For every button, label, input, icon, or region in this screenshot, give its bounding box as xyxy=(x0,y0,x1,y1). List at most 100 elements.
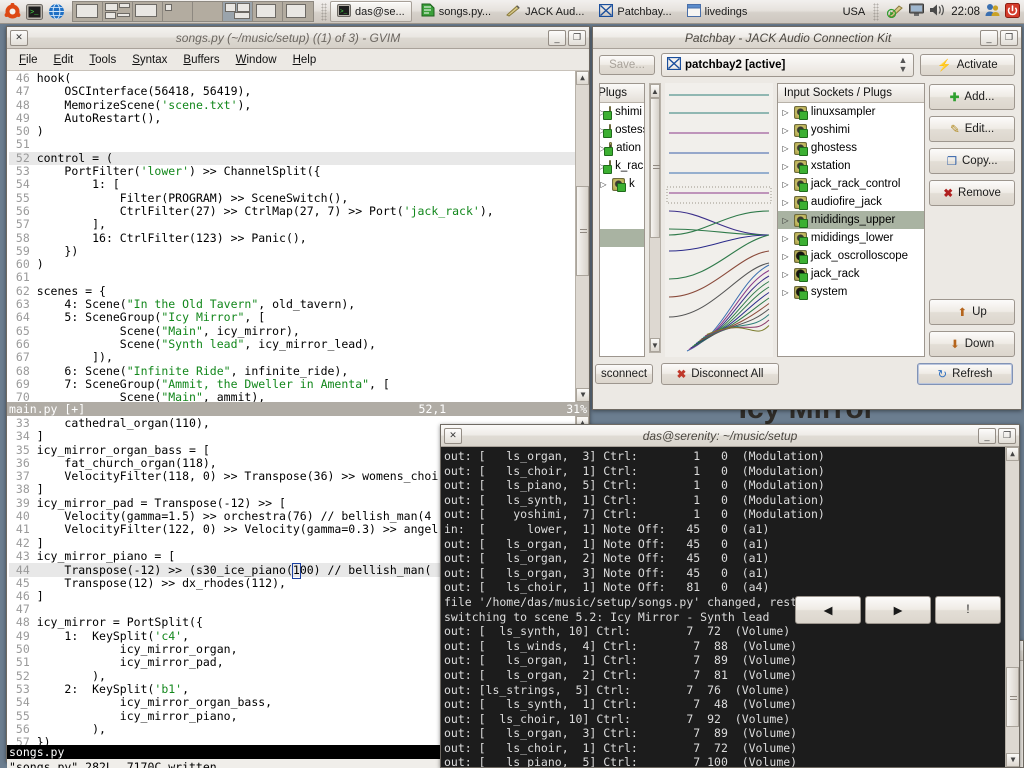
input-socket-item[interactable]: ▷ ghostess xyxy=(778,139,924,157)
gvim-editor-pane-1[interactable]: 46 hook( 47 OSCInterface(56418, 56419), … xyxy=(7,71,589,402)
output-socket-item[interactable]: ▷ k xyxy=(600,175,644,193)
chevron-right-icon[interactable]: ▷ xyxy=(781,288,790,297)
task-button-jack[interactable]: JACK Aud... xyxy=(500,1,590,22)
menu-file[interactable]: File xyxy=(19,54,38,66)
chevron-right-icon[interactable]: ▷ xyxy=(600,180,608,189)
output-sockets-list[interactable]: Output Sockets / Plugs ▷shimi▷ostess▷ati… xyxy=(599,83,645,357)
chevron-right-icon[interactable]: ▷ xyxy=(781,126,790,135)
patchbay-disconnect-all-button[interactable]: ✖ Disconnect All xyxy=(661,363,779,385)
patchbay-disconnect-button[interactable]: sconnect xyxy=(595,364,653,384)
terminal-icon[interactable]: >_ xyxy=(24,2,44,22)
chevron-right-icon[interactable]: ▷ xyxy=(781,144,790,153)
ubuntu-logo-icon[interactable] xyxy=(2,2,22,22)
keyboard-layout-indicator[interactable]: USA xyxy=(843,6,866,18)
scroll-up-icon[interactable]: ▲ xyxy=(650,84,660,98)
task-button-patchbay[interactable]: Patchbay... xyxy=(593,1,677,22)
terminal-titlebar[interactable]: ✕ das@serenity: ~/music/setup _ ❐ xyxy=(441,425,1019,447)
scrollbar-thumb[interactable] xyxy=(1006,667,1019,727)
volume-icon[interactable] xyxy=(929,3,946,20)
scrollbar-thumb[interactable] xyxy=(650,98,660,238)
chevron-right-icon[interactable]: ▷ xyxy=(781,162,790,171)
minimize-icon[interactable]: _ xyxy=(548,29,566,46)
gvim-titlebar[interactable]: ✕ songs.py (~/music/setup) ((1) of 3) - … xyxy=(7,27,589,49)
chevron-right-icon[interactable]: ▷ xyxy=(781,108,790,117)
gvim-scrollbar-1[interactable]: ▲ ▼ xyxy=(575,71,589,402)
workspace-4[interactable] xyxy=(163,2,193,21)
minimize-icon[interactable]: _ xyxy=(978,427,996,444)
menu-tools[interactable]: Tools xyxy=(89,54,116,66)
shutdown-icon[interactable] xyxy=(1005,2,1020,21)
patchbay-save-button[interactable]: Save... xyxy=(599,55,655,75)
workspace-3[interactable] xyxy=(133,2,163,21)
task-button-gvim[interactable]: songs.py... xyxy=(415,1,497,22)
web-browser-icon[interactable] xyxy=(46,2,66,22)
menu-edit[interactable]: Edit xyxy=(54,54,74,66)
menu-syntax[interactable]: Syntax xyxy=(132,54,167,66)
workspace-8[interactable] xyxy=(283,2,313,21)
scroll-up-icon[interactable]: ▲ xyxy=(576,71,589,85)
minimize-icon[interactable]: _ xyxy=(980,29,998,46)
maximize-icon[interactable]: ❐ xyxy=(998,427,1016,444)
osd-next-button[interactable]: ▶ xyxy=(865,596,931,624)
output-socket-item[interactable]: ▷ostess xyxy=(600,121,644,139)
scroll-down-icon[interactable]: ▼ xyxy=(650,338,660,352)
chevron-right-icon[interactable]: ▷ xyxy=(781,216,790,225)
chevron-right-icon[interactable]: ▷ xyxy=(781,180,790,189)
workspace-2[interactable] xyxy=(103,2,133,21)
patchbay-edit-button[interactable]: ✎ Edit... xyxy=(929,116,1015,142)
users-icon[interactable] xyxy=(985,3,1000,20)
close-icon[interactable]: ✕ xyxy=(444,427,462,444)
workspace-1[interactable] xyxy=(73,2,103,21)
menu-buffers[interactable]: Buffers xyxy=(183,54,219,66)
chevron-updown-icon[interactable]: ▲ ▼ xyxy=(895,56,911,74)
output-socket-item[interactable]: ▷ shimi xyxy=(600,103,644,121)
patchbay-remove-button[interactable]: ✖ Remove xyxy=(929,180,1015,206)
maximize-icon[interactable]: ❐ xyxy=(568,29,586,46)
clock[interactable]: 22:08 xyxy=(951,6,980,18)
input-socket-item[interactable]: ▷ audiofire_jack xyxy=(778,193,924,211)
chevron-right-icon[interactable]: ▷ xyxy=(781,252,790,261)
input-socket-item[interactable]: ▷ mididings_upper xyxy=(777,211,925,229)
patchbay-profile-combo[interactable]: patchbay2 [active] ▲ ▼ xyxy=(661,53,914,77)
input-socket-item[interactable]: ▷ system xyxy=(778,283,924,301)
maximize-icon[interactable]: ❐ xyxy=(1000,29,1018,46)
workspace-6[interactable] xyxy=(223,2,253,21)
patchbay-refresh-button[interactable]: ↻ Refresh xyxy=(917,363,1013,385)
osd-prev-button[interactable]: ◀ xyxy=(795,596,861,624)
patchbay-titlebar[interactable]: Patchbay - JACK Audio Connection Kit _ ❐ xyxy=(593,27,1021,49)
close-icon[interactable]: ✕ xyxy=(10,29,28,46)
output-socket-item-selected[interactable] xyxy=(600,229,644,247)
menu-help[interactable]: Help xyxy=(293,54,317,66)
scroll-down-icon[interactable]: ▼ xyxy=(576,388,589,402)
display-icon[interactable] xyxy=(909,3,925,20)
output-socket-item[interactable] xyxy=(600,211,644,229)
input-sockets-list[interactable]: Input Sockets / Plugs ▷ linuxsampler ▷ yosh… xyxy=(776,83,926,357)
scroll-down-icon[interactable]: ▼ xyxy=(1006,753,1019,767)
output-socket-item[interactable]: ▷k_rack xyxy=(600,157,644,175)
input-socket-item[interactable]: ▷ jack_rack xyxy=(778,265,924,283)
output-socket-item[interactable] xyxy=(600,193,644,211)
patchbay-add-button[interactable]: ✚ Add... xyxy=(929,84,1015,110)
patchbay-up-button[interactable]: ⬆ Up xyxy=(929,299,1015,325)
scrollbar-thumb[interactable] xyxy=(576,186,589,276)
jack-meter-icon[interactable] xyxy=(887,3,904,21)
task-button-livedings[interactable]: livedings xyxy=(681,1,754,22)
patchbay-copy-button[interactable]: ❐ Copy... xyxy=(929,148,1015,174)
task-button-terminal[interactable]: >_ das@se... xyxy=(330,1,412,22)
chevron-right-icon[interactable]: ▷ xyxy=(781,198,790,207)
terminal-scrollbar[interactable]: ▲ ▼ xyxy=(1005,447,1019,767)
patchbay-activate-button[interactable]: ⚡ Activate xyxy=(920,54,1015,76)
patchbay-window[interactable]: Patchbay - JACK Audio Connection Kit _ ❐… xyxy=(592,26,1022,410)
input-socket-item[interactable]: ▷ jack_rack_control xyxy=(778,175,924,193)
output-socket-item[interactable]: ▷ ation xyxy=(600,139,644,157)
output-list-scrollbar[interactable]: ▲ ▼ xyxy=(649,83,661,353)
input-socket-item[interactable]: ▷ jack_oscrolloscope xyxy=(778,247,924,265)
input-socket-item[interactable]: ▷ linuxsampler xyxy=(778,103,924,121)
menu-window[interactable]: Window xyxy=(236,54,277,66)
workspace-5[interactable] xyxy=(193,2,223,21)
input-socket-item[interactable]: ▷ xstation xyxy=(778,157,924,175)
osd-panic-button[interactable]: ! xyxy=(935,596,1001,624)
chevron-right-icon[interactable]: ▷ xyxy=(781,234,790,243)
input-socket-item[interactable]: ▷ yoshimi xyxy=(778,121,924,139)
patchbay-down-button[interactable]: ⬇ Down xyxy=(929,331,1015,357)
